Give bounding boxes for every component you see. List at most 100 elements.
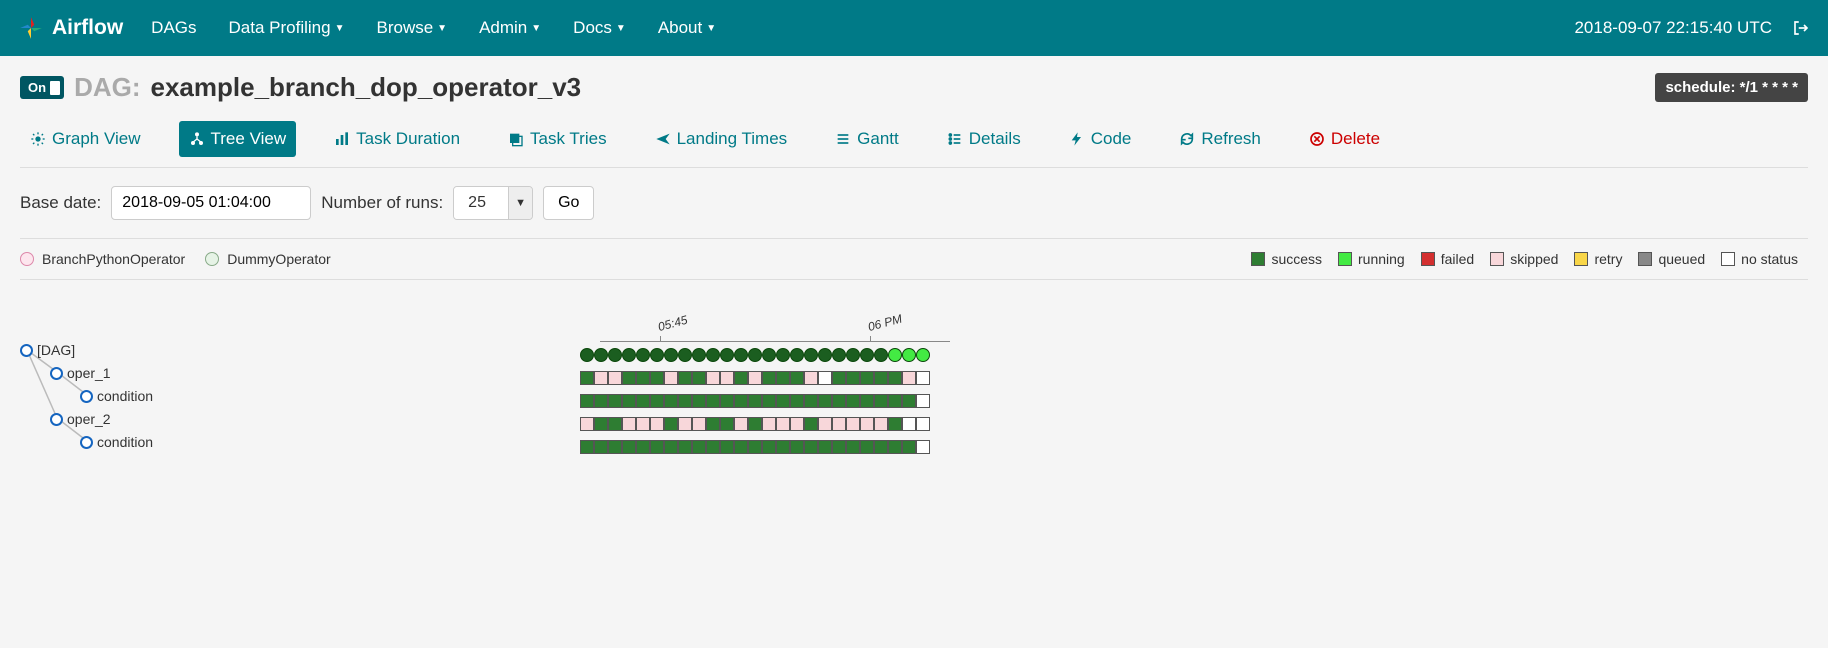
dag-run-cell[interactable] — [720, 348, 734, 362]
task-instance-cell[interactable] — [734, 417, 748, 431]
task-instance-cell[interactable] — [776, 440, 790, 454]
task-instance-cell[interactable] — [846, 440, 860, 454]
tab-landing-times[interactable]: Landing Times — [645, 121, 798, 157]
task-instance-cell[interactable] — [664, 440, 678, 454]
tab-refresh[interactable]: Refresh — [1169, 121, 1271, 157]
task-instance-cell[interactable] — [902, 371, 916, 385]
task-instance-cell[interactable] — [902, 440, 916, 454]
task-instance-cell[interactable] — [580, 417, 594, 431]
dag-run-cell[interactable] — [902, 348, 916, 362]
task-instance-cell[interactable] — [804, 417, 818, 431]
task-instance-cell[interactable] — [748, 440, 762, 454]
task-instance-cell[interactable] — [762, 440, 776, 454]
task-instance-cell[interactable] — [790, 417, 804, 431]
dag-run-cell[interactable] — [888, 348, 902, 362]
dag-run-cell[interactable] — [734, 348, 748, 362]
task-instance-cell[interactable] — [874, 394, 888, 408]
task-instance-cell[interactable] — [832, 440, 846, 454]
task-instance-cell[interactable] — [860, 440, 874, 454]
dag-run-cell[interactable] — [678, 348, 692, 362]
task-instance-cell[interactable] — [580, 440, 594, 454]
task-instance-cell[interactable] — [650, 394, 664, 408]
task-instance-cell[interactable] — [622, 417, 636, 431]
task-instance-cell[interactable] — [818, 417, 832, 431]
task-instance-cell[interactable] — [720, 440, 734, 454]
tree-node[interactable]: condition — [80, 388, 153, 404]
task-instance-cell[interactable] — [846, 417, 860, 431]
task-instance-cell[interactable] — [762, 394, 776, 408]
dag-run-cell[interactable] — [762, 348, 776, 362]
task-instance-cell[interactable] — [790, 440, 804, 454]
task-instance-cell[interactable] — [762, 371, 776, 385]
dag-run-cell[interactable] — [860, 348, 874, 362]
task-instance-cell[interactable] — [874, 371, 888, 385]
nav-item-data-profiling[interactable]: Data Profiling▼ — [229, 18, 345, 38]
task-instance-cell[interactable] — [846, 371, 860, 385]
task-instance-cell[interactable] — [678, 371, 692, 385]
dag-on-toggle[interactable]: On — [20, 76, 64, 99]
task-instance-cell[interactable] — [888, 417, 902, 431]
task-instance-cell[interactable] — [860, 394, 874, 408]
dag-run-cell[interactable] — [776, 348, 790, 362]
task-instance-cell[interactable] — [888, 371, 902, 385]
task-instance-cell[interactable] — [622, 371, 636, 385]
task-instance-cell[interactable] — [608, 440, 622, 454]
dag-run-cell[interactable] — [664, 348, 678, 362]
task-instance-cell[interactable] — [916, 371, 930, 385]
task-instance-cell[interactable] — [916, 394, 930, 408]
nav-item-browse[interactable]: Browse▼ — [376, 18, 447, 38]
task-instance-cell[interactable] — [692, 371, 706, 385]
task-instance-cell[interactable] — [608, 394, 622, 408]
task-instance-cell[interactable] — [776, 394, 790, 408]
task-instance-cell[interactable] — [734, 371, 748, 385]
task-instance-cell[interactable] — [650, 417, 664, 431]
task-instance-cell[interactable] — [860, 371, 874, 385]
dag-run-cell[interactable] — [846, 348, 860, 362]
task-instance-cell[interactable] — [762, 417, 776, 431]
task-instance-cell[interactable] — [748, 417, 762, 431]
dag-run-cell[interactable] — [818, 348, 832, 362]
task-instance-cell[interactable] — [846, 394, 860, 408]
tab-gantt[interactable]: Gantt — [825, 121, 909, 157]
task-instance-cell[interactable] — [706, 440, 720, 454]
task-instance-cell[interactable] — [804, 371, 818, 385]
dag-run-cell[interactable] — [790, 348, 804, 362]
task-instance-cell[interactable] — [790, 394, 804, 408]
task-instance-cell[interactable] — [692, 440, 706, 454]
nav-item-dags[interactable]: DAGs — [151, 18, 196, 38]
task-instance-cell[interactable] — [748, 371, 762, 385]
tree-node[interactable]: [DAG] — [20, 342, 75, 358]
tab-tree-view[interactable]: Tree View — [179, 121, 297, 157]
logout-icon[interactable] — [1792, 19, 1810, 37]
task-instance-cell[interactable] — [832, 371, 846, 385]
task-instance-cell[interactable] — [734, 440, 748, 454]
task-instance-cell[interactable] — [818, 440, 832, 454]
task-instance-cell[interactable] — [706, 417, 720, 431]
task-instance-cell[interactable] — [636, 440, 650, 454]
task-instance-cell[interactable] — [804, 394, 818, 408]
task-instance-cell[interactable] — [692, 417, 706, 431]
dag-run-cell[interactable] — [580, 348, 594, 362]
task-instance-cell[interactable] — [748, 394, 762, 408]
task-instance-cell[interactable] — [902, 394, 916, 408]
tab-details[interactable]: Details — [937, 121, 1031, 157]
task-instance-cell[interactable] — [888, 440, 902, 454]
base-date-input[interactable] — [111, 186, 311, 220]
tab-code[interactable]: Code — [1059, 121, 1142, 157]
task-instance-cell[interactable] — [804, 440, 818, 454]
nav-item-docs[interactable]: Docs▼ — [573, 18, 626, 38]
task-instance-cell[interactable] — [734, 394, 748, 408]
task-instance-cell[interactable] — [678, 417, 692, 431]
task-instance-cell[interactable] — [650, 440, 664, 454]
task-instance-cell[interactable] — [678, 394, 692, 408]
task-instance-cell[interactable] — [622, 394, 636, 408]
task-instance-cell[interactable] — [902, 417, 916, 431]
task-instance-cell[interactable] — [636, 394, 650, 408]
task-instance-cell[interactable] — [664, 371, 678, 385]
tree-node[interactable]: oper_1 — [50, 365, 111, 381]
task-instance-cell[interactable] — [580, 371, 594, 385]
dag-run-cell[interactable] — [608, 348, 622, 362]
task-instance-cell[interactable] — [720, 417, 734, 431]
tab-graph-view[interactable]: Graph View — [20, 121, 151, 157]
task-instance-cell[interactable] — [860, 417, 874, 431]
